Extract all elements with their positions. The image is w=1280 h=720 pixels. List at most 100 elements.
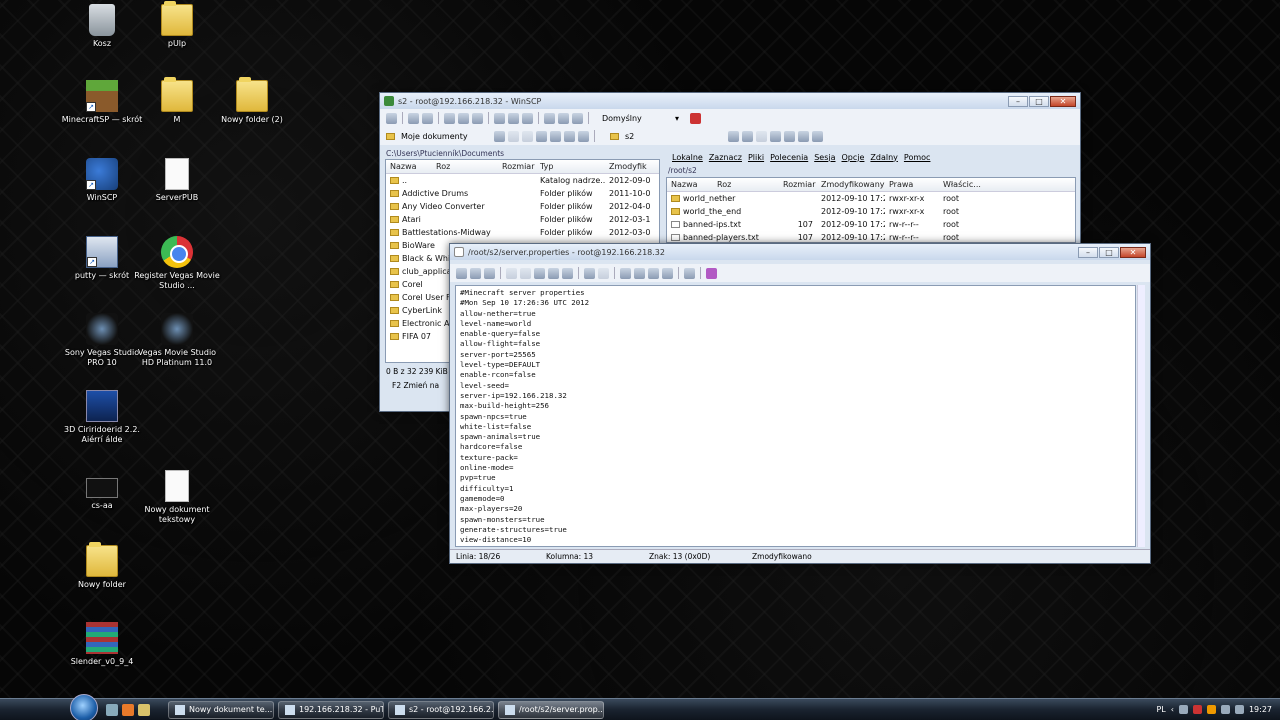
close-button[interactable]: ✕: [1050, 95, 1076, 107]
back-icon[interactable]: [742, 130, 753, 142]
network-icon[interactable]: [1178, 705, 1188, 714]
maximize-button[interactable]: □: [1029, 95, 1049, 107]
remote-file-list[interactable]: Nazwa Roz Rozmiar Zmodyfikowany Prawa Wł…: [666, 177, 1076, 243]
close-button[interactable]: ✕: [1120, 246, 1146, 258]
copy-icon[interactable]: [422, 112, 433, 124]
table-row[interactable]: .. Katalog nadrze... 2012-09-0: [386, 174, 659, 187]
find-next-icon[interactable]: [648, 267, 659, 279]
parent-dir-icon[interactable]: [770, 130, 781, 142]
refresh-icon[interactable]: [472, 112, 483, 124]
col-name[interactable]: Nazwa: [386, 162, 432, 171]
desktop-icon[interactable]: Nowy folder: [57, 542, 147, 590]
show-desktop-icon[interactable]: [106, 703, 118, 716]
desktop-icon[interactable]: Nowy folder (2): [207, 77, 297, 125]
col-owner[interactable]: Właścic...: [939, 180, 999, 189]
goto-line-icon[interactable]: [662, 267, 673, 279]
reload-icon[interactable]: [484, 267, 495, 279]
table-row[interactable]: Battlestations-Midway Folder plików 2012-0…: [386, 226, 659, 239]
col-name[interactable]: Nazwa: [667, 180, 713, 189]
find-icon[interactable]: [572, 112, 583, 124]
session-select[interactable]: Domyślny: [602, 114, 672, 123]
paste-icon[interactable]: [534, 267, 545, 279]
table-row[interactable]: world_nether 2012-09-10 17:26 rwxr-xr-x roo…: [667, 192, 1075, 205]
filter-icon[interactable]: [544, 112, 555, 124]
volume-icon[interactable]: [1220, 705, 1230, 714]
save-as-icon[interactable]: [470, 267, 481, 279]
queue-icon[interactable]: [508, 112, 519, 124]
rename-hint[interactable]: F2 Zmień na: [392, 381, 439, 390]
editor-window[interactable]: /root/s2/server.properties - root@192.16…: [449, 243, 1151, 564]
desktop-icon[interactable]: Nowy dokument tekstowy: [132, 470, 222, 525]
terminal-icon[interactable]: [494, 112, 505, 124]
save-icon[interactable]: [456, 267, 467, 279]
refresh-icon[interactable]: [812, 130, 823, 142]
tree-icon[interactable]: [522, 112, 533, 124]
cut-icon[interactable]: [520, 267, 531, 279]
home-icon[interactable]: [564, 130, 575, 142]
menu-options[interactable]: Opcje: [842, 153, 865, 162]
menu-help[interactable]: Pomoc: [904, 153, 931, 162]
tray-app-icon[interactable]: [1192, 705, 1202, 714]
menu-commands[interactable]: Polecenia: [770, 153, 808, 162]
menu-remote[interactable]: Zdalny: [870, 153, 898, 162]
col-size[interactable]: Rozmiar: [498, 162, 536, 171]
editor-titlebar[interactable]: /root/s2/server.properties - root@192.16…: [450, 244, 1150, 260]
table-row[interactable]: banned-players.txt 107 2012-09-10 17:26 rw-…: [667, 231, 1075, 242]
clock[interactable]: 19:27: [1249, 705, 1272, 714]
col-modified[interactable]: Zmodyfikowany: [817, 180, 885, 189]
col-rights[interactable]: Prawa: [885, 180, 939, 189]
col-ext[interactable]: Roz: [432, 162, 498, 171]
sync-icon[interactable]: [444, 112, 455, 124]
desktop-icon[interactable]: pUlp: [132, 1, 222, 49]
tray-app-icon[interactable]: [1206, 705, 1216, 714]
select-all-icon[interactable]: [562, 267, 573, 279]
language-indicator[interactable]: PL: [1156, 705, 1165, 714]
menu-files[interactable]: Pliki: [748, 153, 764, 162]
transfer-icon[interactable]: [458, 112, 469, 124]
menu-select[interactable]: Zaznacz: [709, 153, 742, 162]
editor-text-area[interactable]: #Minecraft server properties #Mon Sep 10…: [455, 285, 1136, 547]
new-session-icon[interactable]: [690, 112, 702, 124]
maximize-button[interactable]: □: [1099, 246, 1119, 258]
col-ext[interactable]: Roz: [713, 180, 779, 189]
gear-icon[interactable]: [684, 267, 695, 279]
open-folder-icon[interactable]: [494, 130, 505, 142]
firefox-icon[interactable]: [122, 703, 134, 716]
help-icon[interactable]: [706, 267, 717, 279]
chevron-down-icon[interactable]: ▾: [675, 114, 679, 123]
table-row[interactable]: world_the_end 2012-09-10 17:26 rwxr-xr-x ro…: [667, 205, 1075, 218]
root-dir-icon[interactable]: [550, 130, 561, 142]
desktop-icon[interactable]: Vegas Movie Studio HD Platinum 11.0: [132, 313, 222, 368]
desktop-icon[interactable]: Slender_v0_9_4: [57, 622, 147, 667]
col-type[interactable]: Typ: [536, 162, 605, 171]
taskbar-button[interactable]: Nowy dokument te...: [168, 700, 274, 719]
root-dir-icon[interactable]: [784, 130, 795, 142]
menu-local[interactable]: Lokalne: [672, 153, 703, 162]
table-row[interactable]: Atari Folder plików 2012-03-1: [386, 213, 659, 226]
settings-icon[interactable]: [386, 112, 397, 124]
compare-icon[interactable]: [408, 112, 419, 124]
undo-icon[interactable]: [584, 267, 595, 279]
view-icon[interactable]: [558, 112, 569, 124]
remote-dir-select[interactable]: s2: [625, 132, 725, 141]
table-row[interactable]: Any Video Converter Folder plików 2012-04-…: [386, 200, 659, 213]
explorer-icon[interactable]: [138, 703, 150, 716]
copy-icon[interactable]: [506, 267, 517, 279]
editor-scrollbar[interactable]: [1137, 285, 1145, 547]
home-icon[interactable]: [798, 130, 809, 142]
desktop-icon[interactable]: 3D Ciriridoerid 2.2. Aiérrí álde: [57, 390, 147, 445]
back-icon[interactable]: [508, 130, 519, 142]
desktop-icon[interactable]: Register Vegas Movie Studio ...: [132, 236, 222, 291]
chevron-left-icon[interactable]: ‹: [1171, 705, 1174, 714]
minimize-button[interactable]: –: [1078, 246, 1098, 258]
refresh-icon[interactable]: [578, 130, 589, 142]
col-size[interactable]: Rozmiar: [779, 180, 817, 189]
find-icon[interactable]: [620, 267, 631, 279]
col-modified[interactable]: Zmodyfik: [605, 162, 655, 171]
desktop-icon[interactable]: ServerPUB: [132, 158, 222, 203]
battery-icon[interactable]: [1234, 705, 1244, 714]
taskbar-button[interactable]: s2 - root@192.166.2...: [388, 700, 494, 719]
parent-dir-icon[interactable]: [536, 130, 547, 142]
delete-icon[interactable]: [548, 267, 559, 279]
taskbar-button[interactable]: /root/s2/server.prop...: [498, 700, 604, 719]
